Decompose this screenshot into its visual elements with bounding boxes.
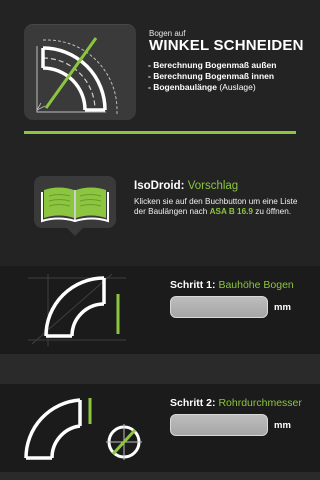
feature-note: (Auslage) <box>219 82 256 92</box>
standard-reference: ASA B 16.9 <box>209 207 253 216</box>
feature-item: - Berechnung Bogenmaß außen <box>148 60 277 70</box>
suggestion-text: Klicken sie auf den Buchbutton um eine L… <box>134 197 298 216</box>
elbow-height-icon <box>28 273 126 346</box>
step1-unit: mm <box>274 302 291 313</box>
suggestion-title: IsoDroid: Vorschlag <box>134 180 239 192</box>
divider <box>24 131 296 134</box>
header-icon-tile <box>24 24 136 120</box>
open-book-icon <box>41 187 109 223</box>
page-title: WINKEL SCHNEIDEN <box>149 37 304 54</box>
band-separator <box>0 472 320 480</box>
step2-unit: mm <box>274 420 291 431</box>
feature-list: - Berechnung Bogenmaß außen - Berechnung… <box>148 60 276 93</box>
band-separator <box>0 354 320 384</box>
pipe-diameter-input[interactable] <box>170 414 268 436</box>
pipe-diameter-icon <box>24 398 142 460</box>
elbow-height-input[interactable] <box>170 296 268 318</box>
book-button-pointer <box>67 228 83 236</box>
feature-item: - Bogenbaulänge (Auslage) <box>148 82 256 92</box>
book-button[interactable] <box>34 176 116 228</box>
step1-label: Schritt 1: Bauhöhe Bogen <box>170 279 294 291</box>
step2-label: Schritt 2: Rohrdurchmesser <box>170 397 302 409</box>
feature-item: - Berechnung Bogenmaß innen <box>148 71 275 81</box>
pipe-bend-angle-cut-icon <box>36 37 118 114</box>
